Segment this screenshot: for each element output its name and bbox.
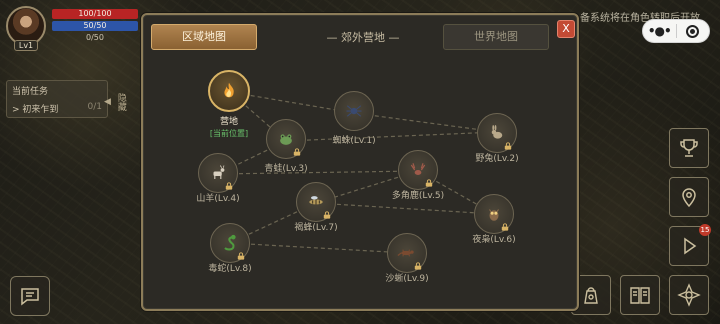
region-map-panel: 区域地图 — 郊外营地 — 世界地图 X 营地 [当前位置] 蜘蛛(Lv.1) … [141,13,579,311]
location-button[interactable] [669,177,709,217]
hide-quest-label: 隐藏 [115,93,126,111]
node-snake-circle [210,223,250,263]
quest-panel[interactable]: 当前任务 > 初来乍到 0/1 [6,80,108,118]
quest-progress: 0/1 [87,102,102,112]
node-goat-label: 山羊(Lv.4) [196,194,240,204]
quest-item: > 初来乍到 [12,105,59,115]
lock-icon [237,252,245,260]
quest-title: 当前任务 [12,87,49,97]
node-camp-label: 营地 [219,117,239,127]
more-button[interactable]: •●• [643,24,676,38]
frog-icon [280,134,292,145]
node-wasp-circle [296,182,336,222]
rabbit-icon [491,125,503,139]
current-location-label: [当前位置] [209,129,249,138]
xp-text: 0/50 [86,33,104,42]
snake-icon [224,234,236,251]
node-frog-circle [266,119,306,159]
node-deer[interactable]: 多角鹿(Lv.5) [392,150,444,201]
node-lizard-label: 沙蜥(Lv.9) [385,274,429,284]
hp-bar: 100/100 [52,9,138,19]
notification-badge: 15 [699,224,711,236]
path-goat-deer [217,170,419,175]
node-rabbit-label: 野兔(Lv.2) [475,154,519,164]
bag-icon [584,287,598,304]
compass-icon [677,283,701,307]
node-spider-circle [334,91,374,131]
node-goat-circle [198,153,238,193]
goat-icon [213,165,225,179]
lock-icon [293,148,301,156]
node-lizard-circle [387,233,427,273]
lock-icon [504,142,512,150]
path-snake-lizard [229,242,408,254]
node-camp-circle [208,70,250,112]
node-deer-label: 多角鹿(Lv.5) [391,191,445,201]
hide-quest-toggle[interactable]: ◀ 隐藏 [104,86,130,118]
node-owl-label: 夜枭(Lv.6) [472,235,516,245]
node-wasp[interactable]: 褐蜂(Lv.7) [294,182,338,233]
book-button[interactable] [620,275,660,315]
caret-left-icon: ◀ [104,97,111,107]
wasp-icon [309,196,323,205]
node-rabbit[interactable]: 野兔(Lv.2) [475,113,519,164]
book-icon [630,287,650,304]
mini-program-capsule: •●• [642,19,710,43]
node-frog[interactable]: 青蛙(Lv.3) [264,119,308,174]
lock-icon [501,223,509,231]
chat-icon [21,288,39,306]
node-owl-circle [474,194,514,234]
spider-icon [346,105,362,117]
node-spider[interactable]: 蜘蛛(Lv.1) [332,91,376,146]
compass-button[interactable] [669,275,709,315]
play-icon [684,237,697,255]
campfire-icon [224,82,234,98]
node-lizard[interactable]: 沙蜥(Lv.9) [385,233,429,284]
deer-icon [410,163,426,175]
owl-icon [489,209,499,221]
close-program-button[interactable] [676,24,709,38]
lock-icon [425,179,433,187]
play-button[interactable]: 15 [669,224,711,266]
node-camp[interactable]: 营地 [当前位置] [208,70,250,138]
path-wasp-owl [315,202,495,215]
map-pin-icon [682,188,696,208]
trophy-icon [680,139,698,157]
lizard-icon [397,249,414,257]
node-frog-label: 青蛙(Lv.3) [264,164,308,174]
trophy-button[interactable] [669,128,709,168]
mp-bar: 50/50 [52,21,138,31]
chat-button[interactable] [10,276,50,316]
node-spider-label: 蜘蛛(Lv.1) [332,136,376,146]
node-wasp-label: 褐蜂(Lv.7) [294,223,338,233]
lock-icon [225,182,233,190]
node-rabbit-circle [477,113,517,153]
node-snake[interactable]: 毒蛇(Lv.8) [208,223,252,274]
node-owl[interactable]: 夜枭(Lv.6) [472,194,516,245]
lock-icon [323,211,331,219]
path-spider-rabbit [353,112,498,133]
target-icon [686,24,700,38]
lock-icon [414,262,422,270]
path-frog-rabbit [285,131,498,142]
level-badge: Lv1 [14,40,38,51]
node-goat[interactable]: 山羊(Lv.4) [196,153,240,204]
node-deer-circle [398,150,438,190]
node-snake-label: 毒蛇(Lv.8) [208,264,252,274]
